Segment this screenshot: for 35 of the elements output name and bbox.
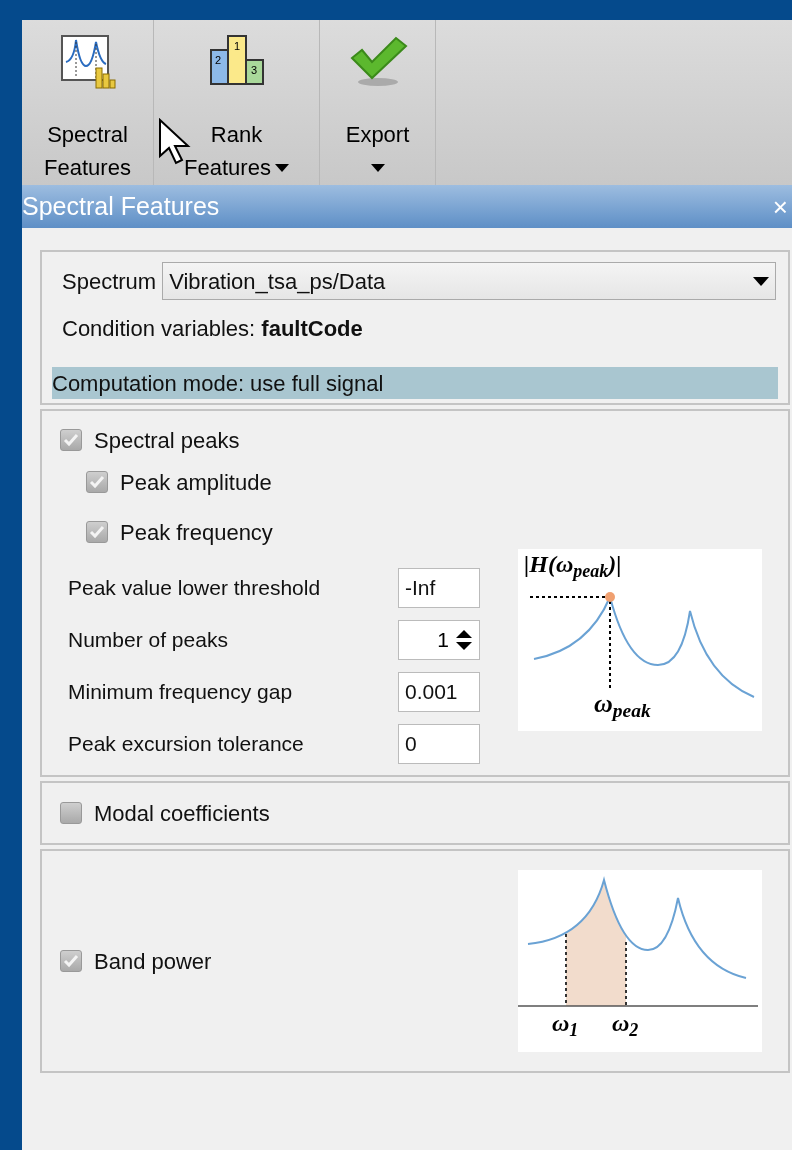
- checkbox[interactable]: [60, 429, 82, 451]
- checkbox-label: Peak amplitude: [120, 468, 272, 497]
- checkbox-label: Spectral peaks: [94, 426, 240, 455]
- field-label: Spectrum: [61, 267, 157, 296]
- input-field[interactable]: -Inf: [398, 568, 480, 608]
- checkmark-icon: [89, 475, 105, 489]
- magnitude-label: |H(ω$_{peak}$)|: [524, 550, 622, 579]
- up-down-arrows-icon: [455, 629, 473, 651]
- field-label: Peak excursion tolerance: [68, 731, 304, 758]
- computation-mode-banner: Computation mode: use full signal: [52, 367, 778, 399]
- checkmark-icon: [63, 954, 79, 968]
- input-field[interactable]: 0.001: [398, 672, 480, 712]
- frequency-label: ω$_{peak}$: [594, 689, 651, 719]
- checkbox[interactable]: [86, 521, 108, 543]
- checkbox-label: Modal coefficients: [94, 799, 270, 828]
- field-label: Peak value lower threshold: [68, 575, 321, 602]
- caret-icon: [753, 276, 769, 286]
- field-label: Number of peaks: [68, 627, 228, 654]
- checkmark-icon: [89, 525, 105, 539]
- checkbox[interactable]: [86, 471, 108, 493]
- checkbox[interactable]: [60, 802, 82, 824]
- input-field[interactable]: 0: [398, 724, 480, 764]
- spectrum-dropdown[interactable]: Vibration_tsa_ps/Data: [162, 262, 776, 300]
- toolbar-button[interactable]: Spectral Features: [22, 20, 154, 185]
- toolbar-button[interactable]: Export: [320, 20, 436, 185]
- frequency-label: ω$_{2}$: [612, 1009, 639, 1038]
- condition-variables-text: Condition variables: faultCode: [61, 315, 364, 343]
- panel-title: Spectral Features: [22, 194, 220, 219]
- frequency-label: ω$_{1}$: [552, 1009, 579, 1038]
- checkbox[interactable]: [60, 950, 82, 972]
- number-spinner[interactable]: 1: [398, 620, 480, 660]
- field-label: Minimum frequency gap: [68, 679, 293, 706]
- checkbox-label: Band power: [94, 947, 212, 976]
- checkmark-icon: [63, 433, 79, 447]
- checkbox-label: Peak frequency: [120, 518, 273, 547]
